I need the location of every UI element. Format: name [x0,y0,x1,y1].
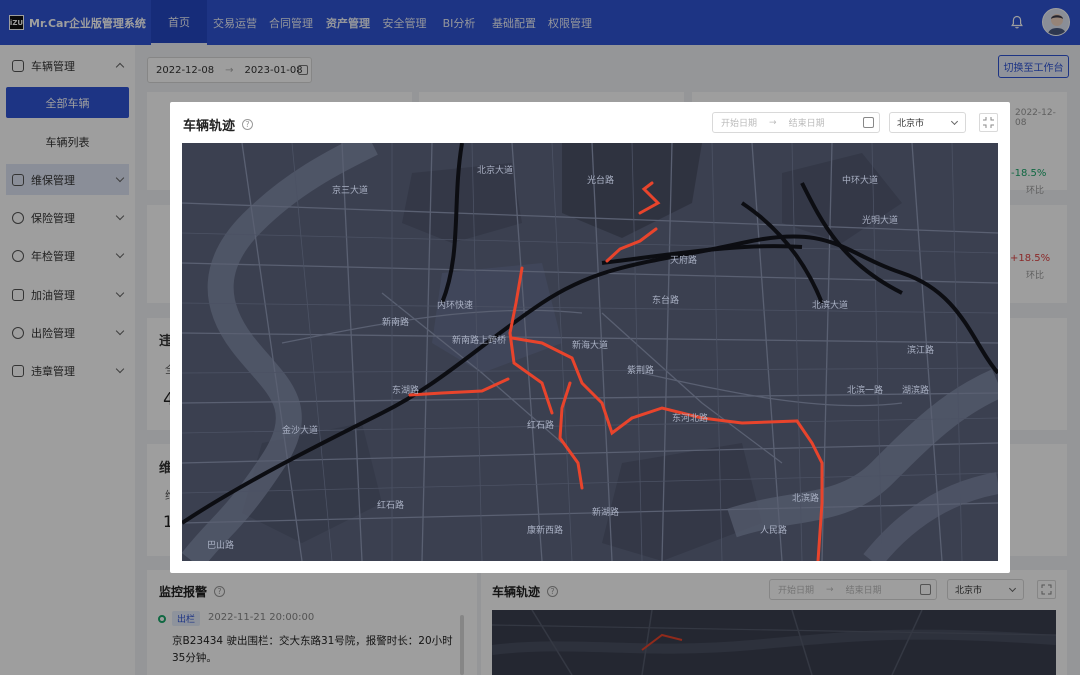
map-label: 红石路 [527,419,554,431]
map-label: 京三大道 [332,184,368,196]
map-label: 北京大道 [477,164,513,176]
map-label: 北滨大道 [812,299,848,311]
map-label: 新南路上跨桥 [452,334,506,346]
map-label: 紫荆路 [627,364,654,376]
map-label: 红石路 [377,499,404,511]
map-label: 内环快速 [437,299,473,311]
end-date-placeholder: 结束日期 [788,119,825,129]
track-modal: 车辆轨迹 ? 开始日期 → 结束日期 北京市 北京大道 京三大道 光台路 内环快… [170,102,1010,573]
start-date-placeholder: 开始日期 [721,119,758,129]
map-label: 金沙大道 [282,424,318,436]
modal-title-text: 车辆轨迹 [183,119,236,134]
map-label: 天府路 [670,254,697,266]
modal-date-range[interactable]: 开始日期 → 结束日期 [712,112,880,133]
map-canvas: 北京大道 京三大道 光台路 内环快速 新南路 新南路上跨桥 新海大道 东台路 紫… [182,143,998,561]
map-label: 湖滨路 [902,384,929,396]
modal-city-select[interactable]: 北京市 [889,112,966,133]
map-label: 东河北路 [672,412,708,424]
exit-fullscreen-button[interactable] [979,113,998,132]
collapse-icon [983,117,994,128]
map-label: 巴山路 [207,539,234,551]
map-label: 滨江路 [907,344,934,356]
map-label: 中环大道 [842,174,878,186]
map-label: 东湖路 [392,384,419,396]
track-map[interactable]: 北京大道 京三大道 光台路 内环快速 新南路 新南路上跨桥 新海大道 东台路 紫… [182,143,998,561]
map-label: 东台路 [652,294,679,306]
help-icon[interactable]: ? [242,119,254,130]
map-label: 人民路 [760,524,787,536]
map-label: 新海大道 [572,339,608,351]
map-label: 北滨一路 [847,384,883,396]
map-label: 光台路 [587,174,614,186]
calendar-icon [863,117,874,128]
map-label: 北滨路 [792,492,819,504]
chevron-down-icon [950,117,959,126]
arrow-right-icon: → [769,117,777,128]
map-label: 新南路 [382,316,409,328]
map-label: 康新西路 [527,524,563,536]
map-label: 新湖路 [592,506,619,518]
city-value: 北京市 [897,119,925,129]
map-label: 光明大道 [862,214,898,226]
modal-title: 车辆轨迹 ? [183,115,254,134]
